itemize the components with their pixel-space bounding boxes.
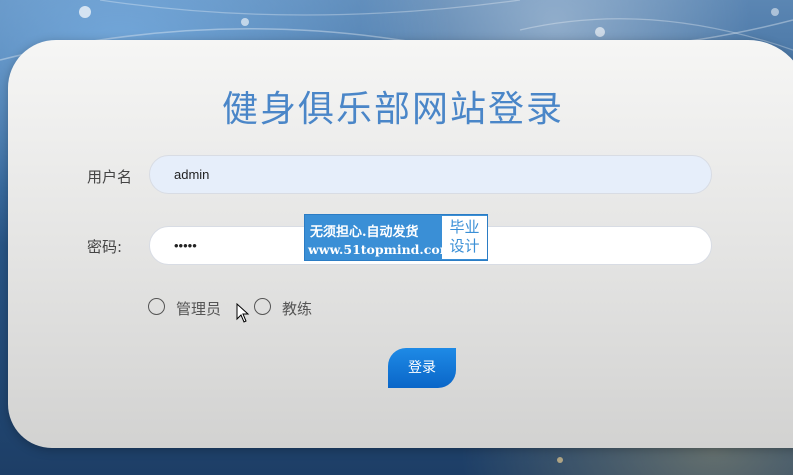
page-title: 健身俱乐部网站登录 [221, 89, 564, 130]
username-label: 用户名 [87, 168, 133, 186]
watermark-banner: 无须担心.自动发货 www.51topmind.com 毕业 设计 [304, 214, 488, 261]
role-radio-coach[interactable] [254, 298, 271, 315]
role-label-admin: 管理员 [176, 300, 222, 318]
watermark-badge-line2: 设计 [449, 237, 480, 255]
mouse-cursor-icon [236, 303, 250, 323]
watermark-url: www.51topmind.com [308, 242, 453, 257]
watermark-badge-line1: 毕业 [449, 218, 480, 236]
watermark-line1: 无须担心.自动发货 [310, 225, 419, 240]
watermark-text: 无须担心.自动发货 www.51topmind.com [305, 215, 453, 260]
password-label: 密码: [87, 238, 123, 256]
role-radio-admin[interactable] [148, 298, 165, 315]
username-input[interactable]: admin [149, 155, 712, 194]
login-button[interactable]: 登录 [388, 348, 456, 388]
role-label-coach: 教练 [282, 300, 313, 318]
watermark-badge: 毕业 设计 [442, 216, 487, 259]
